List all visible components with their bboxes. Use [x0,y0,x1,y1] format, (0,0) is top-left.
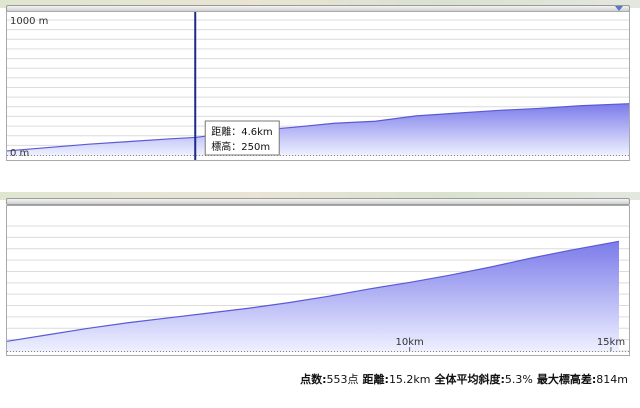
x-tick-label: 15km [597,337,625,348]
profile-toolbar-bottom[interactable] [6,198,630,205]
slope-label: 全体平均斜度: [434,373,505,386]
x-tick-label: 10km [395,337,423,348]
tooltip-elevation: 標高：250m [211,140,270,153]
elevation-chart-bottom[interactable]: 10km 15km [6,205,630,356]
slope-value: 5.3% [504,373,533,386]
tooltip-distance: 距離：4.6km [211,125,272,138]
elevation-profile-svg-bottom[interactable]: 10km 15km [6,206,629,355]
y-tick-label-top: 1000 m [10,16,48,27]
elevation-chart-top[interactable]: 1000 m 0 m 距離：4.6km 標高：250m [6,11,630,161]
elevation-area [7,241,619,351]
distance-label: 距離: [362,373,389,386]
elevation-profile-svg-top[interactable]: 1000 m 0 m 距離：4.6km 標高：250m [6,12,630,160]
points-value: 553点 [326,373,359,386]
distance-value: 15.2km [388,373,431,386]
elev-diff-label: 最大標高差: [536,373,597,386]
elev-diff-value: 814m [596,373,628,386]
y-tick-label-bottom: 0 m [10,148,29,159]
points-label: 点数: [300,373,327,386]
route-stats: 点数:553点 距離:15.2km 全体平均斜度:5.3% 最大標高差:814m [300,371,628,387]
elevation-area [7,103,629,155]
